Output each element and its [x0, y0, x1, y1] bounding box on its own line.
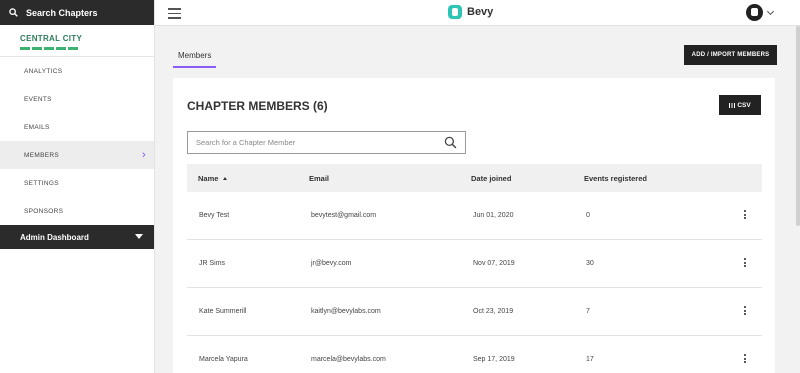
sidebar: Search Chapters CENTRAL CITY ANALYTICS E…: [0, 0, 155, 373]
brand-name: Bevy: [467, 6, 494, 18]
member-search: [187, 131, 466, 154]
table-row[interactable]: JR Sims jr@bevy.com Nov 07, 2019 30: [187, 240, 762, 288]
member-email: kaitlyn@bevylabs.com: [311, 308, 381, 315]
sort-asc-icon: [223, 177, 228, 180]
avatar[interactable]: [746, 4, 763, 21]
more-vert-icon[interactable]: [744, 354, 746, 365]
column-header-name[interactable]: Name: [198, 174, 228, 183]
chevron-right-icon: ›: [142, 149, 146, 161]
member-events: 7: [586, 308, 590, 315]
table-row[interactable]: Kate Summerill kaitlyn@bevylabs.com Oct …: [187, 288, 762, 336]
bevy-logo-icon: [448, 5, 462, 19]
add-import-members-button[interactable]: ADD / IMPORT MEMBERS: [684, 45, 777, 65]
sidebar-item-settings[interactable]: SETTINGS: [0, 169, 154, 197]
brand-logo[interactable]: Bevy: [448, 5, 493, 19]
sidebar-item-label: SETTINGS: [24, 179, 59, 187]
more-vert-icon[interactable]: [744, 258, 746, 269]
member-name: JR Sims: [199, 260, 226, 267]
sidebar-item-label: EMAILS: [24, 123, 50, 131]
tab-members[interactable]: Members: [173, 51, 217, 68]
sidebar-item-sponsors[interactable]: SPONSORS: [0, 197, 154, 225]
csv-button-label: CSV: [737, 101, 751, 109]
member-events: 30: [586, 260, 594, 267]
sidebar-item-events[interactable]: EVENTS: [0, 85, 154, 113]
member-name: Marcela Yapura: [199, 356, 248, 363]
csv-export-button[interactable]: CSV: [719, 95, 761, 115]
sidebar-item-members[interactable]: MEMBERS ›: [0, 141, 154, 169]
caret-down-icon: [135, 234, 143, 239]
column-header-label: Name: [198, 174, 219, 183]
table-icon: [729, 102, 736, 108]
chapter-name: CENTRAL CITY: [20, 34, 83, 43]
chevron-down-icon[interactable]: [766, 7, 775, 16]
search-icon[interactable]: [444, 136, 457, 149]
more-vert-icon[interactable]: [744, 306, 746, 317]
sidebar-item-emails[interactable]: EMAILS: [0, 113, 154, 141]
chapter-search-label: Search Chapters: [26, 7, 98, 18]
search-icon: [9, 8, 18, 17]
member-date-joined: Nov 07, 2019: [473, 260, 515, 267]
member-date-joined: Sep 17, 2019: [473, 356, 515, 363]
member-date-joined: Oct 23, 2019: [473, 308, 514, 315]
member-name: Kate Summerill: [199, 308, 247, 315]
sidebar-item-label: EVENTS: [24, 95, 52, 103]
sidebar-item-label: ANALYTICS: [24, 67, 63, 75]
current-chapter[interactable]: CENTRAL CITY: [0, 25, 154, 57]
table-row[interactable]: Marcela Yapura marcela@bevylabs.com Sep …: [187, 336, 762, 373]
admin-dashboard-toggle[interactable]: Admin Dashboard: [0, 225, 154, 249]
table-header: Name Email Date joined Events registered: [187, 164, 762, 192]
more-vert-icon[interactable]: [744, 210, 746, 221]
table-row[interactable]: Bevy Test bevytest@gmail.com Jun 01, 202…: [187, 192, 762, 240]
admin-dashboard-label: Admin Dashboard: [20, 232, 89, 242]
member-events: 0: [586, 212, 590, 219]
member-date-joined: Jun 01, 2020: [473, 212, 514, 219]
column-header-date-joined[interactable]: Date joined: [471, 174, 511, 183]
topbar: Bevy: [155, 0, 800, 26]
hamburger-menu-icon[interactable]: [168, 8, 181, 22]
sidebar-item-label: MEMBERS: [24, 151, 59, 159]
sidebar-item-analytics[interactable]: ANALYTICS: [0, 57, 154, 85]
member-email: bevytest@gmail.com: [311, 212, 377, 219]
chapter-search[interactable]: Search Chapters: [0, 0, 154, 25]
column-header-events-registered[interactable]: Events registered: [584, 174, 647, 183]
member-events: 17: [586, 356, 594, 363]
sidebar-item-label: SPONSORS: [24, 207, 64, 215]
member-search-input[interactable]: [188, 138, 428, 147]
column-header-email[interactable]: Email: [309, 174, 329, 183]
member-email: jr@bevy.com: [311, 260, 352, 267]
members-card: CHAPTER MEMBERS (6) CSV Name Email Date …: [173, 78, 775, 373]
scrollbar-thumb[interactable]: [796, 26, 800, 226]
member-name: Bevy Test: [199, 212, 230, 219]
chapter-underline: [20, 47, 80, 50]
member-email: marcela@bevylabs.com: [311, 356, 386, 363]
page-title: CHAPTER MEMBERS (6): [187, 99, 328, 113]
